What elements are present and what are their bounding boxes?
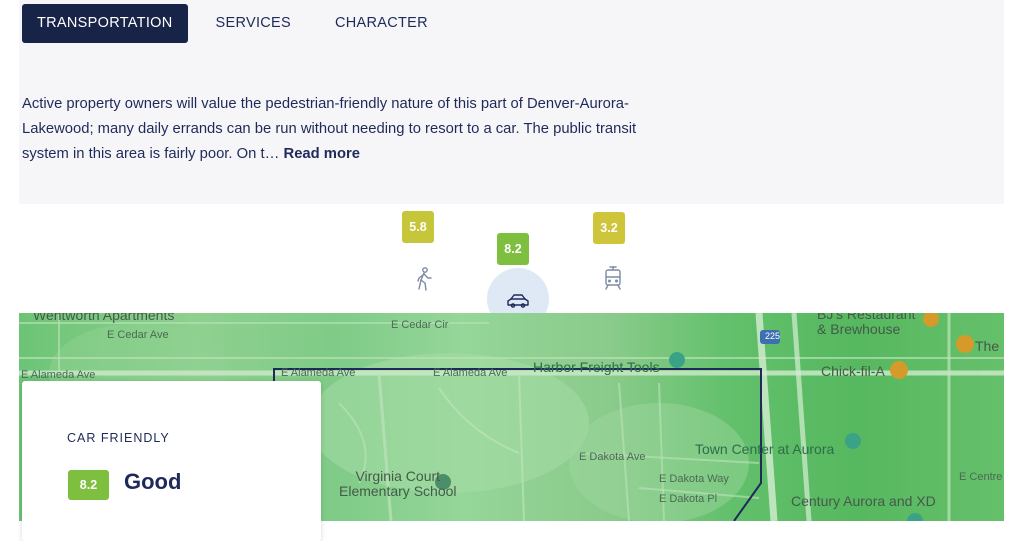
map-label-e-dakota-way: E Dakota Way <box>659 473 729 485</box>
neighborhood-summary-panel: TRANSPORTATION SERVICES CHARACTER Active… <box>19 0 1004 204</box>
map-label-e-centre: E Centre <box>959 471 1003 483</box>
map-label-e-cedar-ave: E Cedar Ave <box>107 329 169 341</box>
map-label-wentworth: Wentworth Apartments <box>33 313 175 323</box>
map-label-e-alameda-ave-3: E Alameda Ave <box>433 367 508 379</box>
tab-services[interactable]: SERVICES <box>202 4 305 43</box>
map-label-chick-fil-a: Chick-fil-A <box>821 363 885 379</box>
car-score-badge: 8.2 <box>497 233 529 265</box>
map-label-e-alameda-ave-2: E Alameda Ave <box>281 367 356 379</box>
map-label-bjs: BJ's Restaurant & Brewhouse <box>817 313 916 337</box>
map-label-harbor-freight: Harbor Freight Tools <box>533 359 660 375</box>
card-score-badge: 8.2 <box>68 470 109 500</box>
map-label-town-center: Town Center at Aurora <box>695 441 835 457</box>
read-more-link[interactable]: Read more <box>284 146 360 162</box>
map-label-e-cedar-cir: E Cedar Cir <box>391 319 449 331</box>
walk-score-badge: 5.8 <box>402 211 434 243</box>
harbor-freight-pin-icon[interactable] <box>669 352 685 368</box>
tram-icon[interactable] <box>600 265 626 291</box>
car-friendly-card: CAR FRIENDLY 8.2 Good <box>22 381 321 541</box>
map-label-e-dakota-ave: E Dakota Ave <box>579 451 646 463</box>
tab-bar: TRANSPORTATION SERVICES CHARACTER <box>22 4 458 43</box>
card-heading: CAR FRIENDLY <box>67 431 170 445</box>
transit-score-badge: 3.2 <box>593 212 625 244</box>
car-icon <box>507 294 529 308</box>
map-label-hwy-225: 225 <box>765 331 781 341</box>
chick-fil-a-pin-icon[interactable] <box>890 361 908 379</box>
map-label-century-aurora: Century Aurora and XD <box>791 493 936 509</box>
map-label-the: The <box>975 338 1000 354</box>
tab-transportation[interactable]: TRANSPORTATION <box>22 4 188 43</box>
the-pin-icon[interactable] <box>956 335 974 353</box>
map-label-e-dakota-pl: E Dakota Pl <box>659 493 718 505</box>
map-label-virginia-court: Virginia Court Elementary School <box>339 468 457 499</box>
transportation-description: Active property owners will value the pe… <box>22 92 682 167</box>
walking-person-icon[interactable] <box>411 266 437 292</box>
tab-character[interactable]: CHARACTER <box>321 4 442 43</box>
map-label-e-alameda-ave-1: E Alameda Ave <box>21 369 96 381</box>
card-rating: Good <box>124 469 182 494</box>
bjs-pin-icon[interactable] <box>923 313 939 327</box>
town-center-pin-icon[interactable] <box>845 433 861 449</box>
